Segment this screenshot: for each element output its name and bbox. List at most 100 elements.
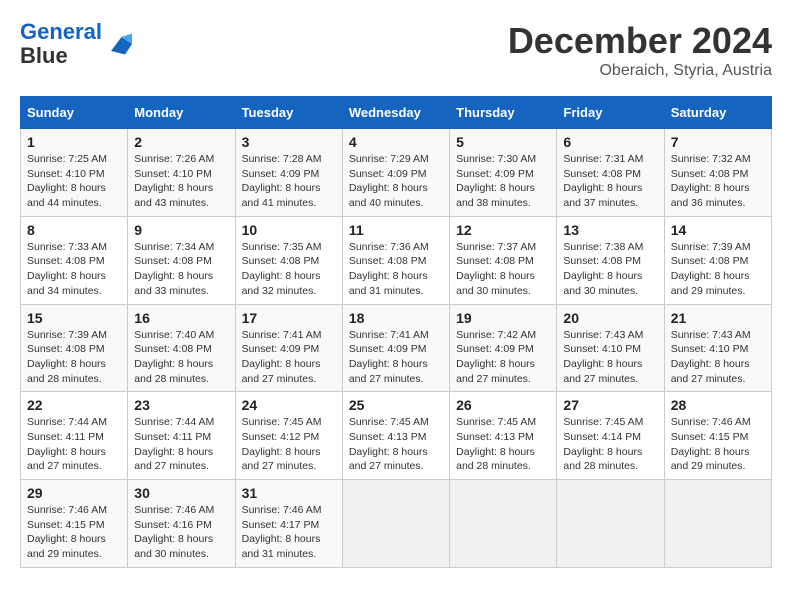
calendar-cell: [557, 480, 664, 568]
day-number: 28: [671, 397, 765, 413]
calendar-cell: 7Sunrise: 7:32 AMSunset: 4:08 PMDaylight…: [664, 129, 771, 217]
day-info: Sunrise: 7:46 AMSunset: 4:17 PMDaylight:…: [242, 503, 336, 562]
day-number: 14: [671, 222, 765, 238]
calendar-table: SundayMondayTuesdayWednesdayThursdayFrid…: [20, 96, 772, 568]
calendar-cell: [450, 480, 557, 568]
column-header-sunday: Sunday: [21, 97, 128, 129]
calendar-cell: 4 Sunrise: 7:29 AMSunset: 4:09 PMDaylight…: [342, 129, 449, 217]
column-header-saturday: Saturday: [664, 97, 771, 129]
day-number: 4: [349, 134, 443, 150]
calendar-cell: 28Sunrise: 7:46 AMSunset: 4:15 PMDayligh…: [664, 392, 771, 480]
day-number: 29: [27, 485, 121, 501]
day-number: 10: [242, 222, 336, 238]
day-number: 12: [456, 222, 550, 238]
day-info: Sunrise: 7:40 AMSunset: 4:08 PMDaylight:…: [134, 328, 228, 387]
calendar-cell: 5 Sunrise: 7:30 AMSunset: 4:09 PMDaylight…: [450, 129, 557, 217]
logo-line2: Blue: [20, 43, 68, 68]
calendar-cell: 27 Sunrise: 7:45 AMSunset: 4:14 PMDayligh…: [557, 392, 664, 480]
day-info: Sunrise: 7:30 AMSunset: 4:09 PMDaylight:…: [456, 152, 550, 211]
day-number: 25: [349, 397, 443, 413]
day-info: Sunrise: 7:35 AMSunset: 4:08 PMDaylight:…: [242, 240, 336, 299]
day-number: 19: [456, 310, 550, 326]
location-subtitle: Oberaich, Styria, Austria: [508, 62, 772, 80]
calendar-cell: 16 Sunrise: 7:40 AMSunset: 4:08 PMDayligh…: [128, 304, 235, 392]
calendar-body: 1Sunrise: 7:25 AMSunset: 4:10 PMDaylight…: [21, 129, 772, 568]
day-info: Sunrise: 7:29 AMSunset: 4:09 PMDaylight:…: [349, 152, 443, 211]
day-number: 8: [27, 222, 121, 238]
calendar-cell: 18 Sunrise: 7:41 AMSunset: 4:09 PMDayligh…: [342, 304, 449, 392]
calendar-cell: [664, 480, 771, 568]
day-info: Sunrise: 7:33 AMSunset: 4:08 PMDaylight:…: [27, 240, 121, 299]
calendar-cell: 26Sunrise: 7:45 AMSunset: 4:13 PMDayligh…: [450, 392, 557, 480]
day-info: Sunrise: 7:45 AMSunset: 4:14 PMDaylight:…: [563, 415, 657, 474]
day-info: Sunrise: 7:46 AMSunset: 4:16 PMDaylight:…: [134, 503, 228, 562]
day-info: Sunrise: 7:39 AMSunset: 4:08 PMDaylight:…: [671, 240, 765, 299]
day-info: Sunrise: 7:46 AMSunset: 4:15 PMDaylight:…: [27, 503, 121, 562]
day-number: 17: [242, 310, 336, 326]
day-info: Sunrise: 7:45 AMSunset: 4:12 PMDaylight:…: [242, 415, 336, 474]
calendar-week-5: 29 Sunrise: 7:46 AMSunset: 4:15 PMDayligh…: [21, 480, 772, 568]
calendar-cell: 21 Sunrise: 7:43 AMSunset: 4:10 PMDayligh…: [664, 304, 771, 392]
calendar-cell: 14 Sunrise: 7:39 AMSunset: 4:08 PMDayligh…: [664, 216, 771, 304]
day-number: 27: [563, 397, 657, 413]
day-number: 30: [134, 485, 228, 501]
logo-text: General Blue: [20, 20, 102, 68]
day-info: Sunrise: 7:28 AMSunset: 4:09 PMDaylight:…: [242, 152, 336, 211]
day-info: Sunrise: 7:45 AMSunset: 4:13 PMDaylight:…: [456, 415, 550, 474]
day-info: Sunrise: 7:43 AMSunset: 4:10 PMDaylight:…: [671, 328, 765, 387]
day-info: Sunrise: 7:36 AMSunset: 4:08 PMDaylight:…: [349, 240, 443, 299]
calendar-cell: 17 Sunrise: 7:41 AMSunset: 4:09 PMDayligh…: [235, 304, 342, 392]
day-number: 13: [563, 222, 657, 238]
day-info: Sunrise: 7:38 AMSunset: 4:08 PMDaylight:…: [563, 240, 657, 299]
calendar-cell: 31Sunrise: 7:46 AMSunset: 4:17 PMDayligh…: [235, 480, 342, 568]
calendar-cell: 24Sunrise: 7:45 AMSunset: 4:12 PMDayligh…: [235, 392, 342, 480]
calendar-week-3: 15 Sunrise: 7:39 AMSunset: 4:08 PMDayligh…: [21, 304, 772, 392]
page-header: General Blue December 2024 Oberaich, Sty…: [20, 20, 772, 80]
day-info: Sunrise: 7:41 AMSunset: 4:09 PMDaylight:…: [349, 328, 443, 387]
calendar-cell: 25Sunrise: 7:45 AMSunset: 4:13 PMDayligh…: [342, 392, 449, 480]
column-header-friday: Friday: [557, 97, 664, 129]
month-title: December 2024: [508, 20, 772, 62]
day-number: 18: [349, 310, 443, 326]
day-info: Sunrise: 7:44 AMSunset: 4:11 PMDaylight:…: [134, 415, 228, 474]
column-header-monday: Monday: [128, 97, 235, 129]
calendar-cell: 22 Sunrise: 7:44 AMSunset: 4:11 PMDayligh…: [21, 392, 128, 480]
calendar-cell: 19Sunrise: 7:42 AMSunset: 4:09 PMDayligh…: [450, 304, 557, 392]
calendar-cell: 10 Sunrise: 7:35 AMSunset: 4:08 PMDayligh…: [235, 216, 342, 304]
day-number: 22: [27, 397, 121, 413]
day-info: Sunrise: 7:44 AMSunset: 4:11 PMDaylight:…: [27, 415, 121, 474]
day-info: Sunrise: 7:31 AMSunset: 4:08 PMDaylight:…: [563, 152, 657, 211]
day-number: 23: [134, 397, 228, 413]
column-header-wednesday: Wednesday: [342, 97, 449, 129]
calendar-cell: 13 Sunrise: 7:38 AMSunset: 4:08 PMDayligh…: [557, 216, 664, 304]
calendar-cell: 9Sunrise: 7:34 AMSunset: 4:08 PMDaylight…: [128, 216, 235, 304]
day-info: Sunrise: 7:43 AMSunset: 4:10 PMDaylight:…: [563, 328, 657, 387]
day-number: 6: [563, 134, 657, 150]
day-number: 15: [27, 310, 121, 326]
column-header-thursday: Thursday: [450, 97, 557, 129]
day-number: 11: [349, 222, 443, 238]
calendar-week-1: 1Sunrise: 7:25 AMSunset: 4:10 PMDaylight…: [21, 129, 772, 217]
day-number: 16: [134, 310, 228, 326]
day-number: 5: [456, 134, 550, 150]
calendar-cell: 11 Sunrise: 7:36 AMSunset: 4:08 PMDayligh…: [342, 216, 449, 304]
day-info: Sunrise: 7:25 AMSunset: 4:10 PMDaylight:…: [27, 152, 121, 211]
calendar-cell: 1Sunrise: 7:25 AMSunset: 4:10 PMDaylight…: [21, 129, 128, 217]
calendar-cell: 20Sunrise: 7:43 AMSunset: 4:10 PMDayligh…: [557, 304, 664, 392]
calendar-cell: 12Sunrise: 7:37 AMSunset: 4:08 PMDayligh…: [450, 216, 557, 304]
day-info: Sunrise: 7:26 AMSunset: 4:10 PMDaylight:…: [134, 152, 228, 211]
logo: General Blue: [20, 20, 132, 68]
day-info: Sunrise: 7:39 AMSunset: 4:08 PMDaylight:…: [27, 328, 121, 387]
day-info: Sunrise: 7:41 AMSunset: 4:09 PMDaylight:…: [242, 328, 336, 387]
day-number: 3: [242, 134, 336, 150]
calendar-week-2: 8 Sunrise: 7:33 AMSunset: 4:08 PMDaylight…: [21, 216, 772, 304]
title-block: December 2024 Oberaich, Styria, Austria: [508, 20, 772, 80]
day-number: 2: [134, 134, 228, 150]
calendar-cell: 6 Sunrise: 7:31 AMSunset: 4:08 PMDaylight…: [557, 129, 664, 217]
day-number: 9: [134, 222, 228, 238]
day-number: 7: [671, 134, 765, 150]
column-header-tuesday: Tuesday: [235, 97, 342, 129]
day-number: 21: [671, 310, 765, 326]
calendar-week-4: 22 Sunrise: 7:44 AMSunset: 4:11 PMDayligh…: [21, 392, 772, 480]
calendar-cell: 29 Sunrise: 7:46 AMSunset: 4:15 PMDayligh…: [21, 480, 128, 568]
